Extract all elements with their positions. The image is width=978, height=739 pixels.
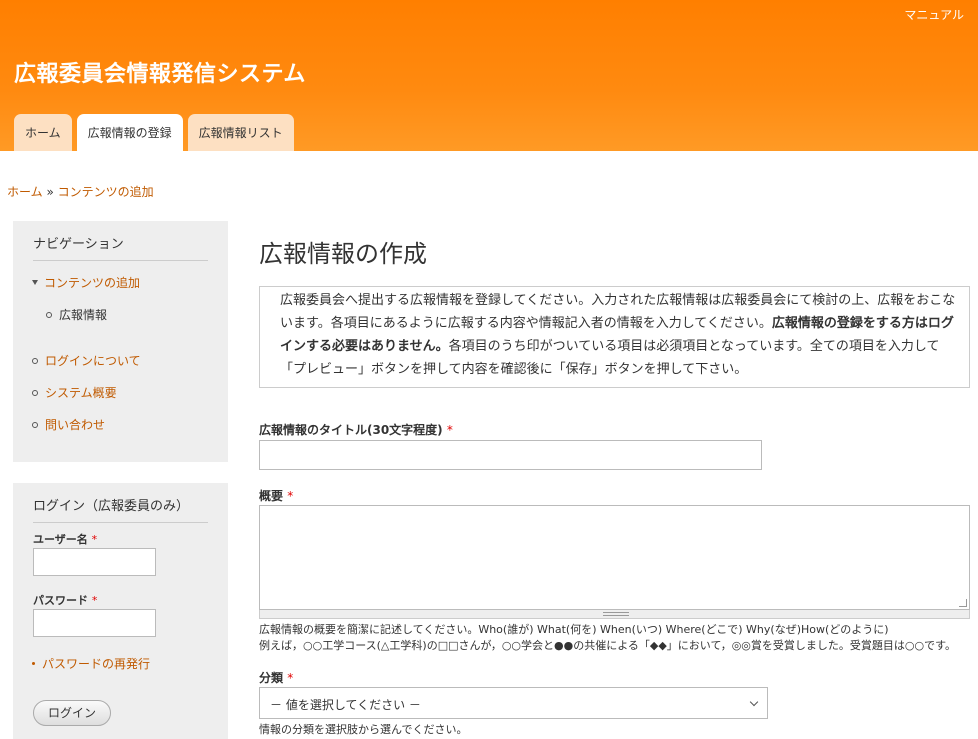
site-title[interactable]: 広報委員会情報発信システム (14, 56, 306, 88)
password-label-text: パスワード (33, 594, 88, 607)
required-mark: * (446, 423, 453, 437)
login-title: ログイン（広報委員のみ） (33, 495, 208, 523)
bullet-icon (32, 662, 35, 665)
bullet-icon (46, 311, 52, 318)
title-field-label: 広報情報のタイトル(30文字程度) * (259, 421, 453, 438)
bullet-icon (32, 421, 38, 428)
nav-item-label: ログインについて (45, 354, 141, 368)
required-mark: * (287, 489, 294, 503)
bullet-icon (32, 357, 38, 364)
nav-item-label: システム概要 (45, 386, 117, 400)
tab-info-list[interactable]: 広報情報リスト (187, 114, 294, 151)
breadcrumb-current-link[interactable]: コンテンツの追加 (58, 185, 154, 199)
category-label-text: 分類 (259, 671, 284, 685)
summary-label-text: 概要 (259, 489, 284, 503)
breadcrumb-separator: » (46, 185, 54, 199)
required-mark: * (91, 594, 98, 607)
reset-password-link[interactable]: パスワードの再発行 (32, 655, 150, 672)
password-input[interactable] (33, 609, 156, 637)
nav-item-about-login[interactable]: ログインについて (32, 352, 141, 369)
tab-home[interactable]: ホーム (14, 114, 72, 151)
title-input[interactable] (259, 440, 762, 470)
chevron-down-icon (749, 697, 759, 707)
nav-item-contact[interactable]: 問い合わせ (32, 416, 105, 433)
manual-link[interactable]: マニュアル (904, 6, 964, 23)
login-button[interactable]: ログイン (33, 700, 111, 726)
password-label: パスワード * (33, 592, 97, 608)
category-help: 情報の分類を選択肢から選んでください。 (259, 723, 468, 736)
summary-textarea[interactable] (259, 505, 970, 610)
required-mark: * (91, 533, 98, 546)
username-input[interactable] (33, 548, 156, 576)
site-header: マニュアル 広報委員会情報発信システム ホーム 広報情報の登録 広報情報リスト (0, 0, 978, 151)
required-mark: * (287, 671, 294, 685)
category-select[interactable]: － 値を選択してください － (259, 687, 768, 719)
textarea-resize-handle[interactable] (259, 610, 970, 619)
nav-item-label: 問い合わせ (45, 418, 106, 432)
main-tabs: ホーム 広報情報の登録 広報情報リスト (14, 114, 299, 151)
intro-message: 広報委員会へ提出する広報情報を登録してください。入力された広報情報は広報委員会に… (259, 286, 970, 388)
title-label-text: 広報情報のタイトル(30文字程度) (259, 423, 443, 437)
nav-item-system-overview[interactable]: システム概要 (32, 384, 117, 401)
nav-item-add-content[interactable]: コンテンツの追加 (32, 274, 140, 291)
breadcrumb: ホーム » コンテンツの追加 (7, 183, 154, 200)
summary-help-1: 広報情報の概要を簡潔に記述してください。Who(誰が) What(何を) Whe… (259, 623, 889, 636)
tab-register-info[interactable]: 広報情報の登録 (76, 114, 183, 151)
grippie-icon (603, 612, 629, 616)
reset-password-label: パスワードの再発行 (42, 657, 151, 671)
nav-item-press-info[interactable]: 広報情報 (46, 306, 107, 323)
expanded-triangle-icon (32, 280, 38, 285)
category-field-label: 分類 * (259, 669, 293, 686)
username-label-text: ユーザー名 (33, 533, 88, 546)
category-selected-value: － 値を選択してください － (270, 698, 421, 712)
username-label: ユーザー名 * (33, 531, 97, 547)
nav-item-label: コンテンツの追加 (44, 276, 141, 290)
resize-grip-icon[interactable] (959, 599, 967, 607)
summary-field-label: 概要 * (259, 487, 293, 504)
page-title: 広報情報の作成 (259, 240, 427, 268)
breadcrumb-home-link[interactable]: ホーム (7, 185, 43, 199)
navigation-title: ナビゲーション (33, 233, 208, 261)
nav-item-label: 広報情報 (59, 308, 108, 322)
summary-help-2: 例えば，○○工学コース(△工学科)の□□さんが，○○学会と●●の共催による「◆◆… (259, 639, 956, 652)
bullet-icon (32, 389, 38, 396)
